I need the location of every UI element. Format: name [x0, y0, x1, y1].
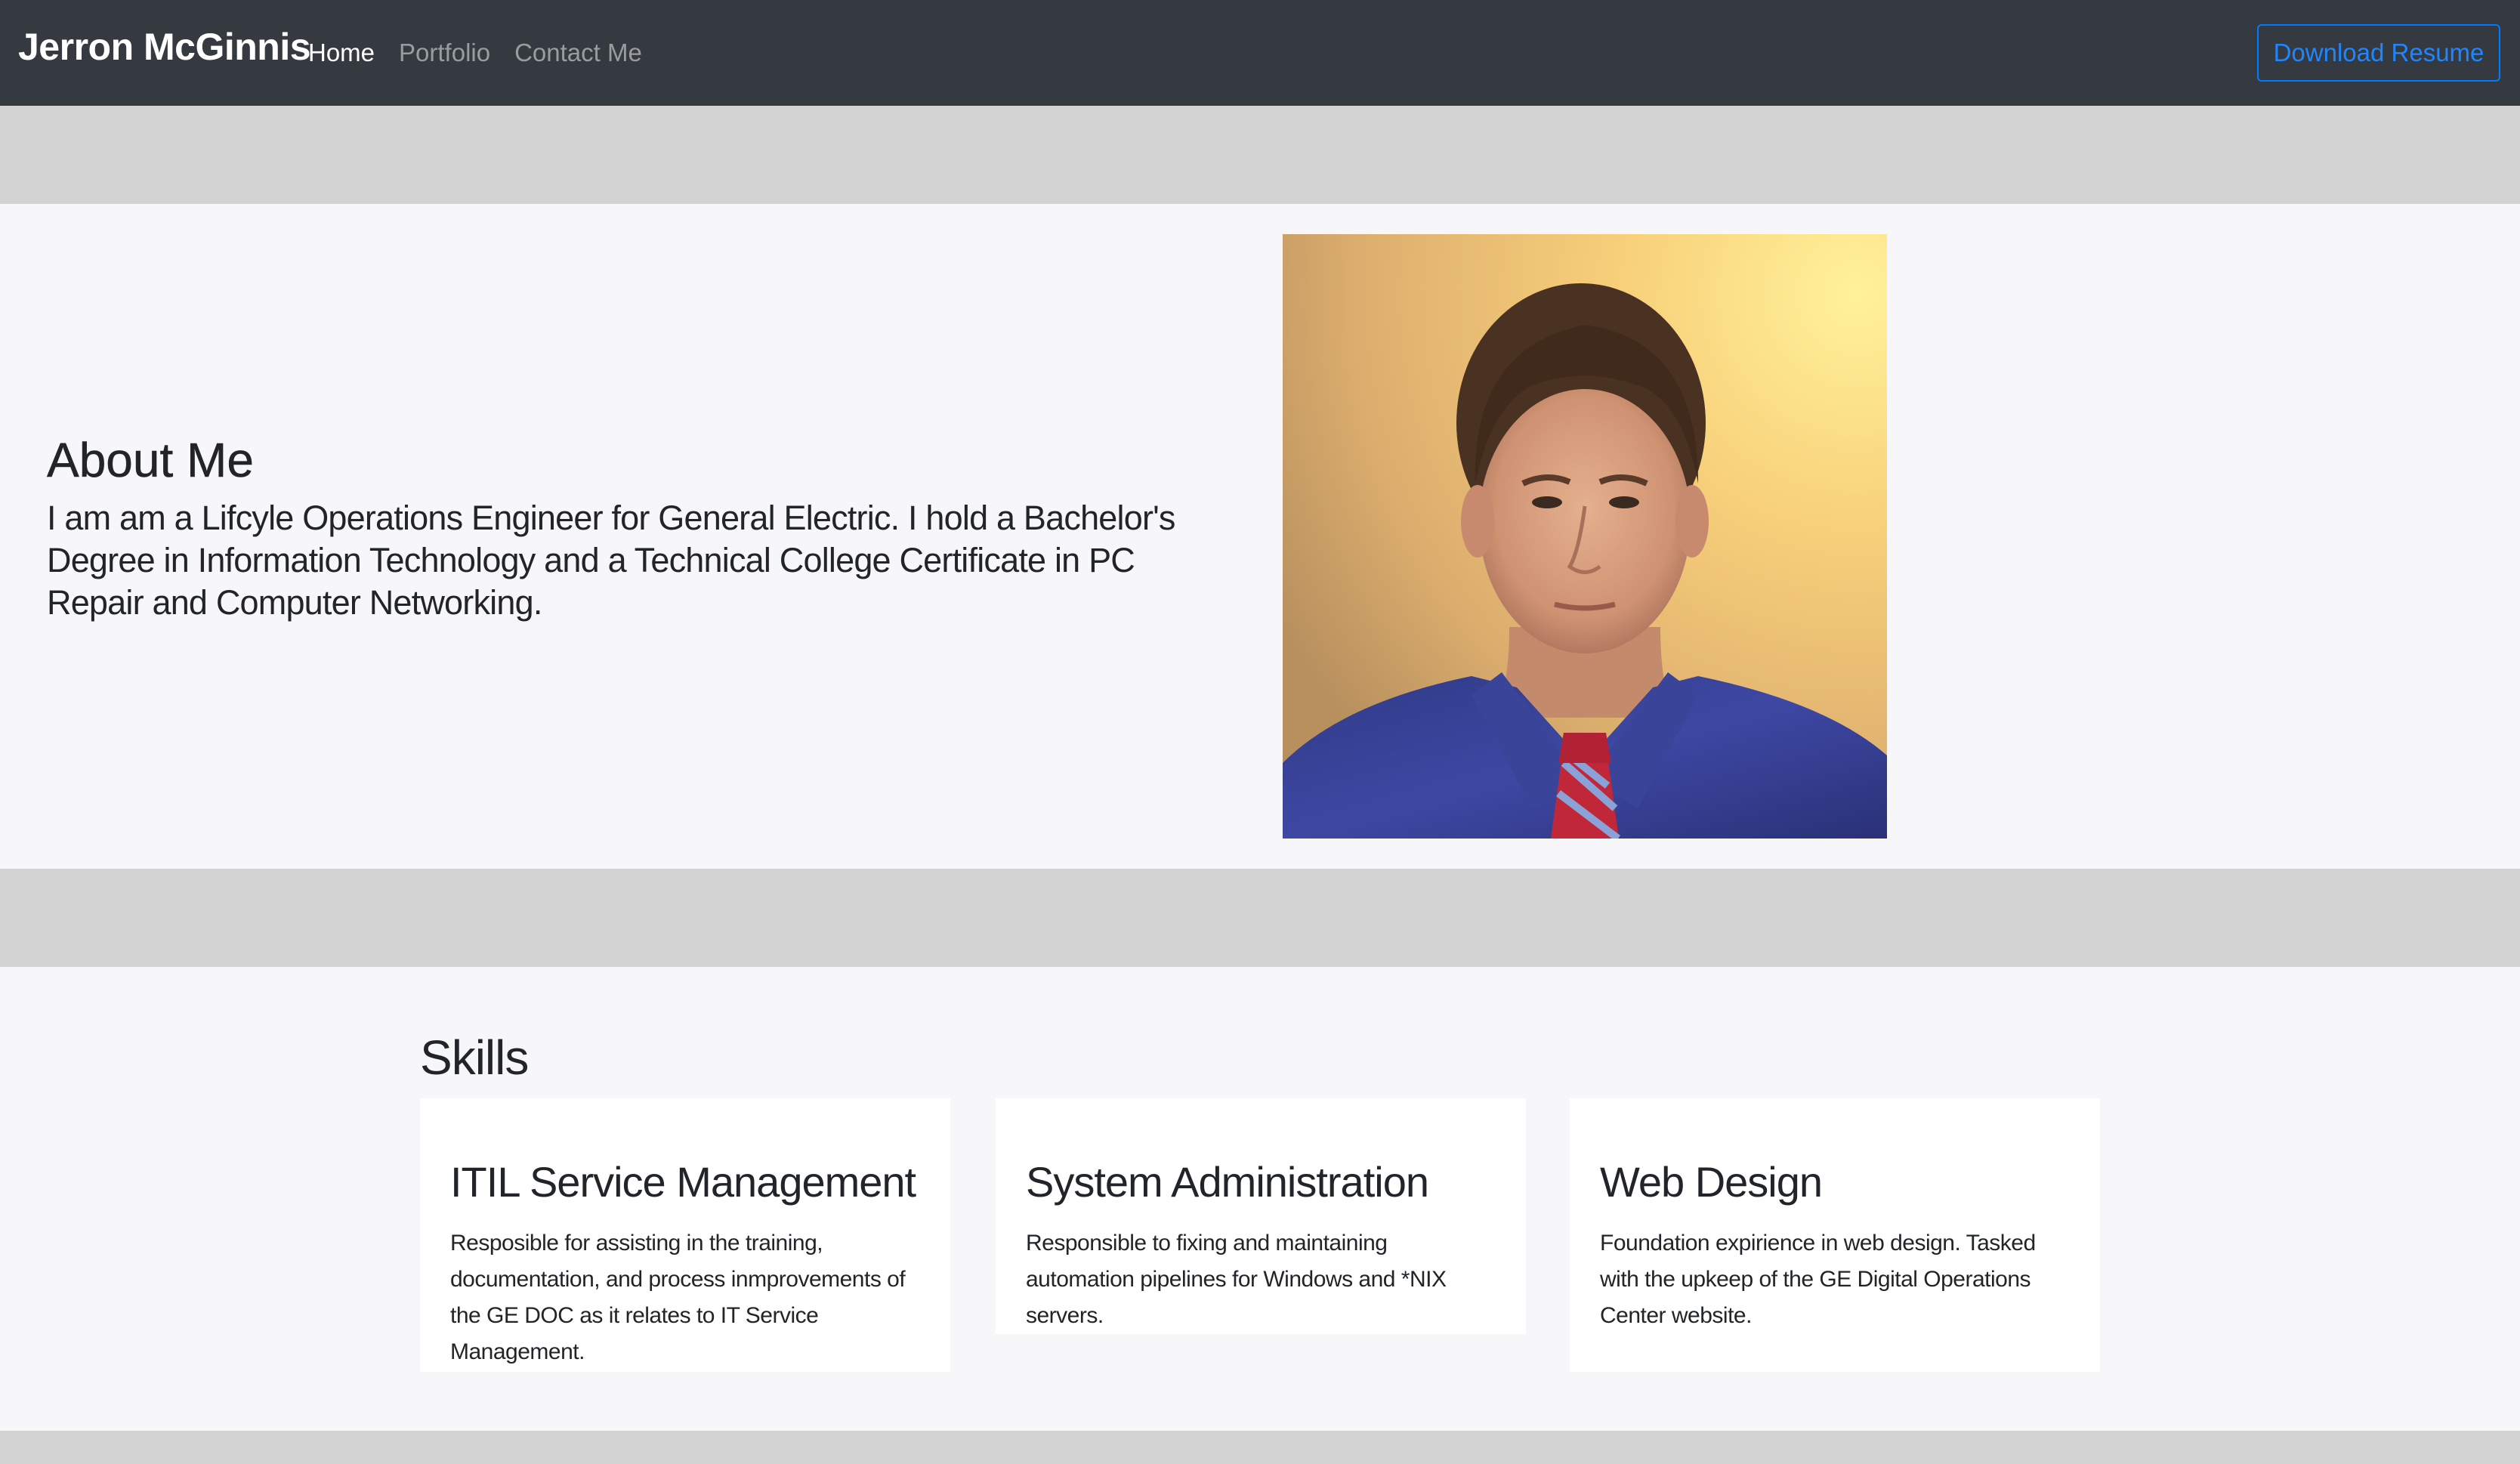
- about-section: About Me I am am a Lifcyle Operations En…: [0, 204, 2520, 869]
- skill-card-text: Foundation expirience in web design. Tas…: [1600, 1231, 2036, 1328]
- about-text-block: About Me I am am a Lifcyle Operations En…: [47, 431, 1225, 624]
- skill-card-title: ITIL Service Management: [450, 1158, 916, 1206]
- skills-title: Skills: [420, 1030, 529, 1085]
- skill-card-webdesign: Web Design Foundation expirience in web …: [1570, 1098, 2100, 1372]
- skills-section: Skills ITIL Service Management Resposibl…: [0, 967, 2520, 1431]
- nav-link-contact[interactable]: Contact Me: [514, 35, 642, 71]
- nav-link-portfolio[interactable]: Portfolio: [399, 35, 490, 71]
- skill-card-itil: ITIL Service Management Resposible for a…: [420, 1098, 950, 1372]
- skill-card-title: System Administration: [1026, 1158, 1429, 1206]
- skill-card-text: Resposible for assisting in the training…: [450, 1231, 906, 1364]
- about-body: I am am a Lifcyle Operations Engineer fo…: [47, 499, 1175, 622]
- about-title: About Me: [47, 433, 254, 488]
- nav-link-home[interactable]: Home: [308, 35, 375, 71]
- profile-photo: [1283, 234, 1887, 839]
- brand-name[interactable]: Jerron McGinnis: [18, 24, 311, 69]
- skill-card-text: Responsible to fixing and maintaining au…: [1026, 1231, 1447, 1328]
- nav-links: Home Portfolio Contact Me: [308, 35, 642, 71]
- skill-card-sysadmin: System Administration Responsible to fix…: [996, 1098, 1526, 1334]
- skill-card-title: Web Design: [1600, 1158, 1823, 1206]
- download-resume-button[interactable]: Download Resume: [2257, 24, 2500, 82]
- top-navbar: Jerron McGinnis Home Portfolio Contact M…: [0, 0, 2520, 106]
